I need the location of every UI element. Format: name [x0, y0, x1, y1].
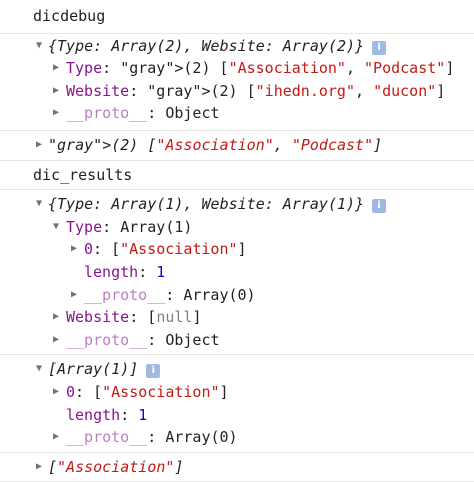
- array-summary-row[interactable]: ▶ ["Association"]: [0, 456, 474, 479]
- expanded-triangle-icon[interactable]: ▼: [33, 358, 45, 381]
- collapsed-triangle-icon[interactable]: ▶: [50, 381, 62, 404]
- console-message-final-array: ▶ ["Association"]: [0, 453, 474, 482]
- collapsed-triangle-icon[interactable]: ▶: [50, 102, 62, 125]
- array-item-row[interactable]: ▶ 0: ["Association"]: [0, 238, 474, 261]
- property-key: __proto__: [66, 330, 148, 349]
- property-value: Object: [165, 104, 220, 123]
- property-key: Type: [66, 59, 103, 78]
- length-value: 1: [156, 262, 166, 281]
- log-label-dic-results: dic_results: [33, 165, 133, 184]
- property-row-website[interactable]: ▶ Website: "gray">(2) ["ihedn.org", "duc…: [0, 80, 474, 103]
- collapsed-triangle-icon[interactable]: ▶: [68, 238, 80, 261]
- property-row-website[interactable]: ▶ Website: [null]: [0, 306, 474, 329]
- property-value: "gray">(2) ["ihedn.org", "ducon"]: [147, 81, 446, 100]
- array-summary[interactable]: "gray">(2) ["Association", "Podcast"]: [0, 136, 382, 154]
- expanded-triangle-icon[interactable]: ▼: [33, 193, 45, 216]
- property-key: __proto__: [66, 104, 148, 123]
- collapsed-triangle-icon[interactable]: ▶: [33, 134, 45, 157]
- property-value: "gray">(2) ["Association", "Podcast"]: [120, 59, 455, 78]
- property-row-proto[interactable]: ▶ __proto__: Object: [0, 329, 474, 352]
- index-key: 0: [66, 382, 76, 401]
- array-item-row[interactable]: ▶ 0: ["Association"]: [0, 381, 474, 404]
- info-icon[interactable]: i: [146, 364, 161, 379]
- array-summary-row[interactable]: ▼ [Array(1)] i: [0, 358, 474, 381]
- property-key: Type: [66, 217, 103, 236]
- length-row: length: 1: [66, 405, 148, 424]
- expanded-triangle-icon[interactable]: ▼: [50, 216, 62, 239]
- collapsed-triangle-icon[interactable]: ▶: [50, 80, 62, 103]
- collapsed-triangle-icon[interactable]: ▶: [50, 57, 62, 80]
- property-row-proto[interactable]: ▶ __proto__: Object: [0, 102, 474, 125]
- length-key: length: [66, 405, 121, 424]
- property-value: Object: [165, 330, 220, 349]
- property-key: Website: [66, 308, 130, 327]
- property-value: Array(0): [183, 285, 256, 304]
- property-row-type[interactable]: ▼ Type: Array(1): [0, 216, 474, 239]
- index-value: ["Association"]: [93, 382, 229, 401]
- collapsed-triangle-icon[interactable]: ▶: [50, 329, 62, 352]
- object-summary[interactable]: {Type: Array(2), Website: Array(2)}: [0, 37, 364, 55]
- info-icon[interactable]: i: [372, 40, 387, 55]
- property-row-type[interactable]: ▶ Type: "gray">(2) ["Association", "Podc…: [0, 57, 474, 80]
- console-message-array-of-array: ▼ [Array(1)] i ▶ 0: ["Association"] lengt…: [0, 355, 474, 453]
- object-summary[interactable]: {Type: Array(1), Website: Array(1)}: [0, 195, 364, 213]
- object-summary-row[interactable]: ▼ {Type: Array(2), Website: Array(2)} i: [0, 35, 474, 58]
- collapsed-triangle-icon[interactable]: ▶: [50, 306, 62, 329]
- property-key: __proto__: [84, 285, 166, 304]
- console-panel: dicdebug ▼ {Type: Array(2), Website: Arr…: [0, 0, 474, 482]
- console-message-dicdebug-object: ▼ {Type: Array(2), Website: Array(2)} i ▶…: [0, 34, 474, 131]
- object-summary-row[interactable]: ▼ {Type: Array(1), Website: Array(1)} i: [0, 193, 474, 216]
- collapsed-triangle-icon[interactable]: ▶: [68, 284, 80, 307]
- property-row-proto[interactable]: ▶ __proto__: Array(0): [0, 426, 474, 449]
- console-message-dicdebug: dicdebug: [0, 0, 474, 34]
- property-key: Website: [66, 81, 130, 100]
- console-message-dic-results-object: ▼ {Type: Array(1), Website: Array(1)} i ▼…: [0, 190, 474, 356]
- index-value: ["Association"]: [111, 240, 247, 259]
- collapsed-triangle-icon[interactable]: ▶: [33, 456, 45, 479]
- console-message-dic-results: dic_results: [0, 161, 474, 191]
- array-summary-row[interactable]: ▶ "gray">(2) ["Association", "Podcast"]: [0, 134, 474, 157]
- length-row: length: 1: [84, 262, 166, 281]
- index-key: 0: [84, 240, 94, 259]
- log-label-dicdebug: dicdebug: [33, 7, 106, 25]
- length-key: length: [84, 262, 139, 281]
- property-value: [null]: [147, 308, 202, 327]
- info-icon[interactable]: i: [372, 199, 387, 214]
- property-row-proto[interactable]: ▶ __proto__: Array(0): [0, 284, 474, 307]
- array-summary[interactable]: [Array(1)]: [0, 360, 138, 378]
- length-value: 1: [138, 405, 148, 424]
- expanded-triangle-icon[interactable]: ▼: [33, 35, 45, 58]
- array-summary[interactable]: ["Association"]: [0, 458, 183, 476]
- collapsed-triangle-icon[interactable]: ▶: [50, 426, 62, 449]
- console-message-array: ▶ "gray">(2) ["Association", "Podcast"]: [0, 131, 474, 161]
- property-key: __proto__: [66, 428, 148, 447]
- property-value: Array(1): [120, 217, 193, 236]
- property-value: Array(0): [165, 428, 238, 447]
